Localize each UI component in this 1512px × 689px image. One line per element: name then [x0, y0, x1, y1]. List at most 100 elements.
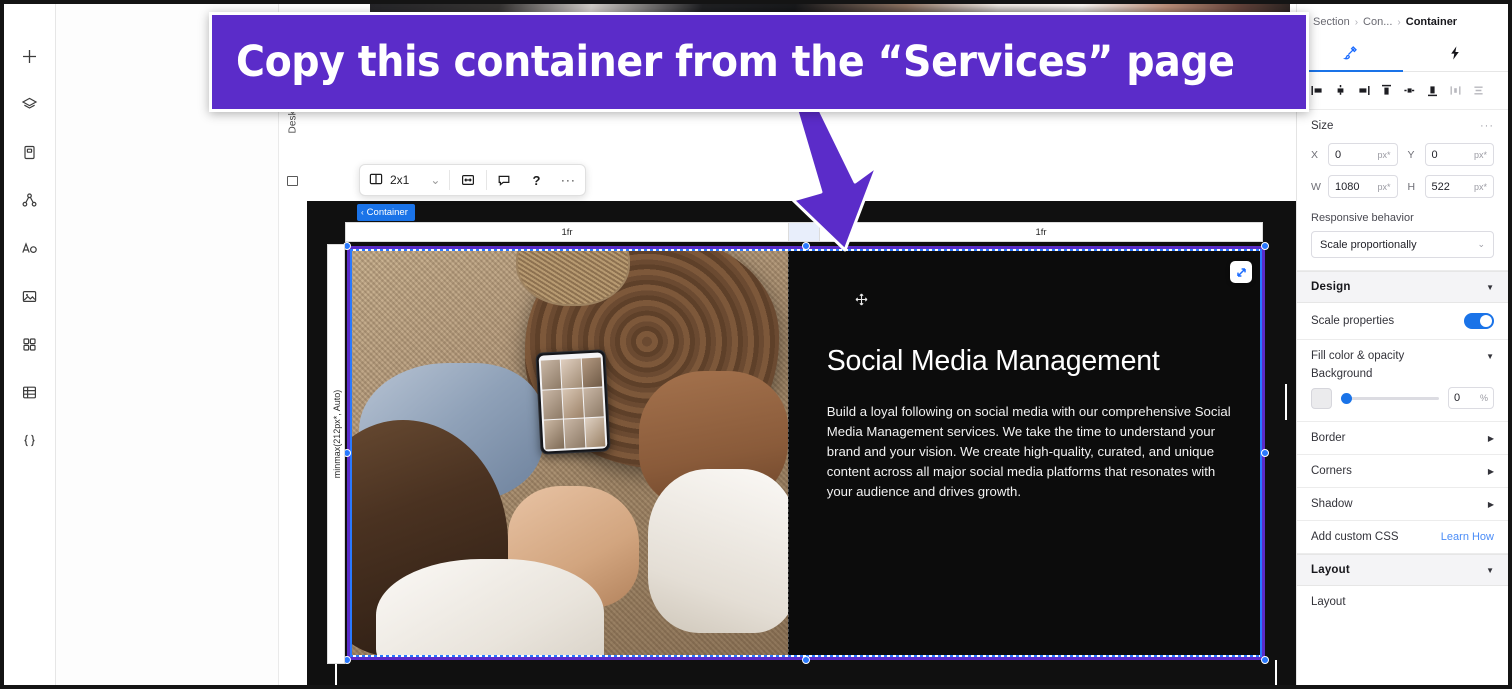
y-input[interactable]: 0 px* [1424, 143, 1494, 166]
resize-handle-bottom-right[interactable] [1261, 656, 1269, 664]
background-color-swatch[interactable] [1311, 387, 1332, 409]
w-unit: px* [1377, 181, 1391, 192]
grid-track-2[interactable]: 1fr [819, 222, 1263, 242]
chevron-down-icon: ⌄ [430, 173, 441, 187]
align-center-vertical-icon[interactable] [1399, 80, 1420, 101]
grid-row-label[interactable]: minmax(212px*, Auto) [327, 244, 345, 664]
custom-css-row[interactable]: Add custom CSS Learn How [1297, 521, 1508, 554]
sitemap-icon[interactable] [14, 184, 46, 216]
align-left-icon[interactable] [1307, 80, 1328, 101]
responsive-section: Responsive behavior Scale proportionally… [1297, 210, 1508, 271]
resize-handle-top-right[interactable] [1261, 242, 1269, 250]
table-icon[interactable] [14, 376, 46, 408]
canvas-toolbar: 2x1 ⌄ ? ··· [359, 164, 587, 196]
design-band[interactable]: Design ▼ [1297, 271, 1508, 303]
size-more-icon[interactable]: ··· [1480, 120, 1494, 132]
container-heading: Social Media Management [826, 345, 1160, 377]
distribute-button[interactable] [450, 165, 486, 195]
breadcrumb-separator-1: › [1354, 16, 1359, 28]
responsive-select[interactable]: Scale proportionally ⌄ [1311, 231, 1494, 258]
opacity-slider-knob[interactable] [1341, 393, 1352, 404]
opacity-input[interactable]: 0 % [1448, 387, 1494, 409]
w-label: W [1311, 180, 1321, 193]
align-top-icon[interactable] [1376, 80, 1397, 101]
brush-icon [1342, 45, 1358, 64]
container-body-text: Build a loyal following on social media … [826, 404, 1231, 500]
corners-row[interactable]: Corners ▶ [1297, 455, 1508, 488]
border-row[interactable]: Border ▶ [1297, 421, 1508, 455]
opacity-slider[interactable] [1341, 390, 1439, 406]
grid-track-2-label: 1fr [1035, 226, 1047, 238]
lightning-icon [1447, 45, 1463, 64]
grid-gap-handle[interactable] [789, 222, 819, 242]
resize-handle-top-center[interactable] [802, 242, 810, 250]
move-cursor-icon [855, 293, 868, 311]
y-value: 0 [1431, 148, 1438, 161]
caret-down-icon: ▼ [1486, 351, 1494, 361]
caret-right-icon: ▶ [1487, 433, 1494, 443]
page-icon[interactable] [14, 136, 46, 168]
layout-row[interactable]: Layout [1297, 586, 1508, 618]
border-label: Border [1311, 432, 1346, 444]
container-text-cell[interactable]: Social Media Management Build a loyal fo… [787, 249, 1262, 657]
expand-icon[interactable] [1230, 261, 1252, 283]
app-window: Desktop (Prim 2x1 ⌄ [0, 0, 1512, 689]
scale-properties-toggle[interactable] [1464, 313, 1494, 329]
grid-track-1[interactable]: 1fr [345, 222, 789, 242]
align-bottom-icon[interactable] [1422, 80, 1443, 101]
w-value: 1080 [1335, 180, 1360, 193]
text-icon[interactable] [14, 232, 46, 264]
layout-band[interactable]: Layout ▼ [1297, 554, 1508, 586]
breadcrumb-root[interactable]: Section [1313, 16, 1350, 28]
left-icon-rail [4, 4, 56, 685]
panel-tabs [1297, 38, 1508, 72]
resize-handle-middle-right[interactable] [1261, 449, 1269, 457]
grid-row-label-text: minmax(212px*, Auto) [332, 389, 342, 479]
x-input[interactable]: 0 px* [1328, 143, 1398, 166]
alignment-toolbar [1297, 72, 1508, 110]
w-input[interactable]: 1080 px* [1328, 175, 1398, 198]
align-center-horizontal-icon[interactable] [1330, 80, 1351, 101]
more-icon[interactable]: ··· [557, 169, 579, 191]
background-controls: 0 % [1297, 387, 1508, 421]
right-properties-panel: Section › Con... › Container Size ··· X … [1296, 4, 1508, 685]
scale-properties-row[interactable]: Scale properties [1297, 303, 1508, 340]
learn-how-link[interactable]: Learn How [1441, 531, 1494, 543]
size-title: Size [1311, 120, 1334, 132]
fill-color-row[interactable]: Fill color & opacity ▼ [1297, 340, 1508, 368]
opacity-slider-track [1341, 397, 1439, 400]
photo-sweater-left [376, 559, 604, 657]
container-photo[interactable] [350, 249, 788, 657]
add-icon[interactable] [14, 40, 46, 72]
breadcrumb-middle[interactable]: Con... [1363, 16, 1392, 28]
image-icon[interactable] [14, 280, 46, 312]
tab-interactions[interactable] [1403, 38, 1509, 71]
chevron-left-icon: ‹ [361, 208, 364, 218]
tab-design[interactable] [1297, 38, 1403, 72]
layers-icon[interactable] [14, 88, 46, 120]
breadcrumb: Section › Con... › Container [1297, 4, 1508, 38]
resize-handle-bottom-center[interactable] [802, 656, 810, 664]
code-icon[interactable] [14, 424, 46, 456]
grid-layout-icon [369, 172, 383, 189]
selected-container[interactable]: Social Media Management Build a loyal fo… [343, 242, 1269, 664]
caret-down-icon: ▼ [1486, 565, 1494, 575]
distribute-horizontal-icon[interactable] [1445, 80, 1466, 101]
breadcrumb-separator-2: › [1397, 16, 1401, 28]
caret-down-icon: ▼ [1486, 282, 1494, 292]
grid-ratio-dropdown[interactable]: 2x1 ⌄ [360, 165, 449, 195]
edge-tick-right [1285, 384, 1287, 420]
design-band-title: Design [1311, 281, 1351, 293]
help-icon[interactable]: ? [525, 169, 547, 191]
x-value: 0 [1335, 148, 1342, 161]
comment-icon[interactable] [493, 169, 515, 191]
annotation-banner-text: Copy this container from the “Services” … [236, 37, 1235, 87]
shadow-row[interactable]: Shadow ▶ [1297, 488, 1508, 521]
apps-icon[interactable] [14, 328, 46, 360]
align-right-icon[interactable] [1353, 80, 1374, 101]
container-badge[interactable]: ‹ Container [357, 204, 415, 222]
h-input[interactable]: 522 px* [1424, 175, 1494, 198]
distribute-vertical-icon[interactable] [1468, 80, 1489, 101]
opacity-unit: % [1479, 393, 1488, 403]
caret-right-icon: ▶ [1487, 466, 1494, 476]
